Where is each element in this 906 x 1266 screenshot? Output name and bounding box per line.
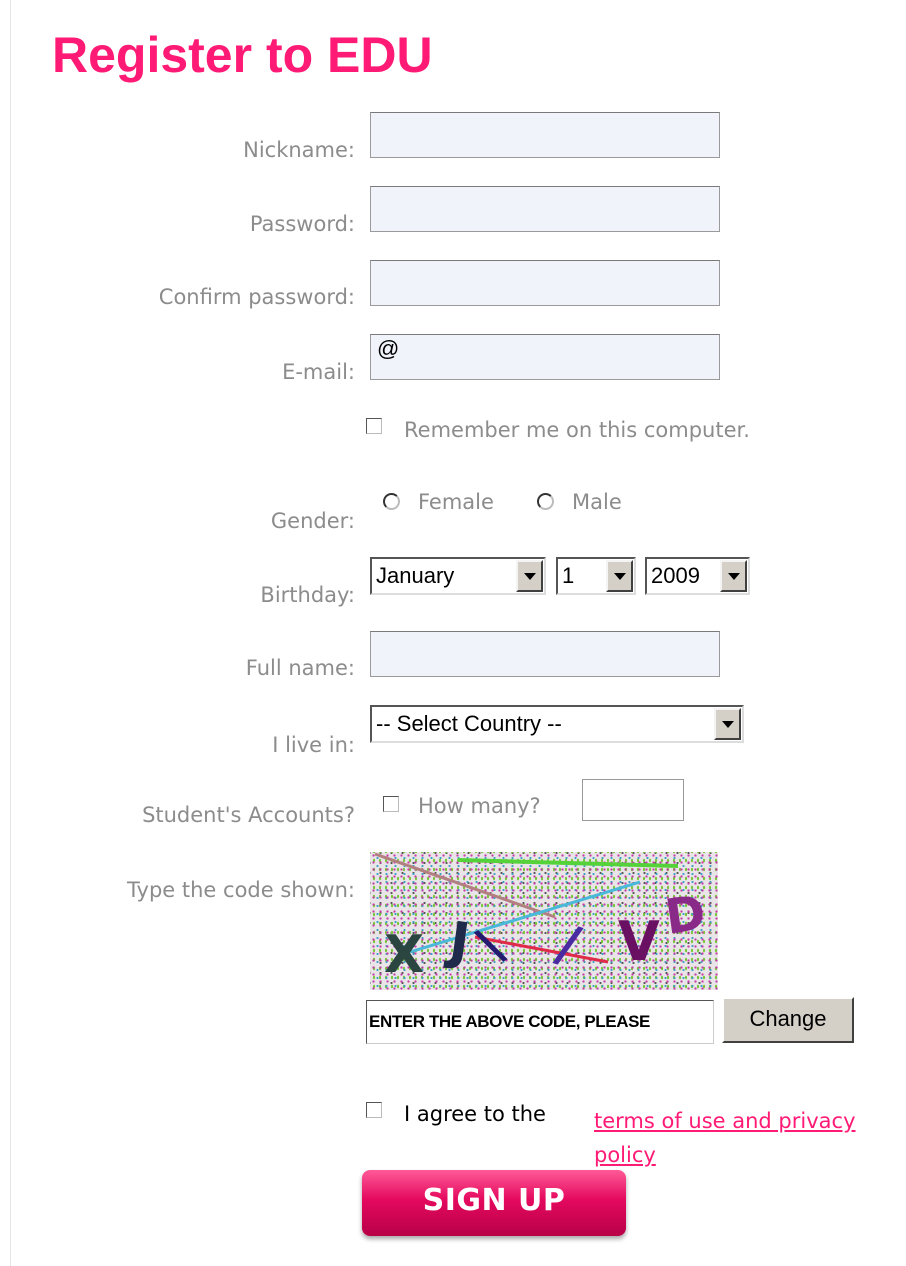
female-radio[interactable] <box>383 493 400 510</box>
country-select[interactable]: -- Select Country -- <box>370 705 744 743</box>
full-name-input[interactable] <box>370 631 720 677</box>
email-input[interactable] <box>370 334 720 380</box>
captcha-label: Type the code shown: <box>126 878 355 902</box>
birth-year-select[interactable]: 2009 <box>645 557 750 595</box>
birthday-label: Birthday: <box>260 583 355 607</box>
password-label: Password: <box>249 212 355 236</box>
birth-day-select[interactable]: 1 <box>556 557 636 595</box>
male-option-label: Male <box>572 490 622 514</box>
captcha-image: X J \ / V D <box>370 852 718 990</box>
birth-day-value: 1 <box>562 563 575 588</box>
captcha-char: V <box>618 910 660 973</box>
country-value: -- Select Country -- <box>376 711 562 736</box>
chevron-down-icon[interactable] <box>516 560 543 592</box>
remember-me-checkbox[interactable] <box>366 418 382 434</box>
chevron-down-icon[interactable] <box>606 560 633 592</box>
students-label: Student's Accounts? <box>142 803 355 827</box>
captcha-char: / <box>550 914 587 977</box>
nickname-input[interactable] <box>370 112 720 158</box>
terms-link[interactable]: terms of use and privacy policy <box>594 1104 906 1172</box>
left-divider <box>10 0 11 1266</box>
remember-me-label: Remember me on this computer. <box>404 418 750 442</box>
captcha-char: \ <box>469 916 511 974</box>
email-label: E-mail: <box>282 360 355 384</box>
birth-year-value: 2009 <box>651 563 700 588</box>
male-radio[interactable] <box>537 493 554 510</box>
full-name-label: Full name: <box>245 656 355 680</box>
confirm-password-label: Confirm password: <box>158 285 355 309</box>
students-count-input[interactable] <box>582 779 684 821</box>
captcha-drawing: X J \ / V D <box>374 852 709 985</box>
captcha-char: X <box>384 925 424 985</box>
agree-terms-checkbox[interactable] <box>366 1102 382 1118</box>
chevron-down-icon[interactable] <box>720 560 747 592</box>
password-input[interactable] <box>370 186 720 232</box>
birth-month-select[interactable]: January <box>370 557 546 595</box>
change-captcha-button[interactable]: Change <box>722 997 854 1043</box>
chevron-down-icon[interactable] <box>714 708 741 740</box>
birth-month-value: January <box>376 563 455 588</box>
confirm-password-input[interactable] <box>370 260 720 306</box>
captcha-code-input[interactable] <box>366 1000 714 1044</box>
nickname-label: Nickname: <box>243 138 355 162</box>
page-title: Register to EDU <box>52 27 433 83</box>
female-option-label: Female <box>418 490 494 514</box>
sign-up-button[interactable]: SIGN UP <box>362 1170 626 1236</box>
agree-terms-label: I agree to the <box>404 1102 546 1126</box>
captcha-char: D <box>662 885 709 946</box>
country-label: I live in: <box>272 733 355 757</box>
gender-label: Gender: <box>270 509 355 533</box>
how-many-label: How many? <box>418 794 541 818</box>
students-checkbox[interactable] <box>383 796 399 812</box>
